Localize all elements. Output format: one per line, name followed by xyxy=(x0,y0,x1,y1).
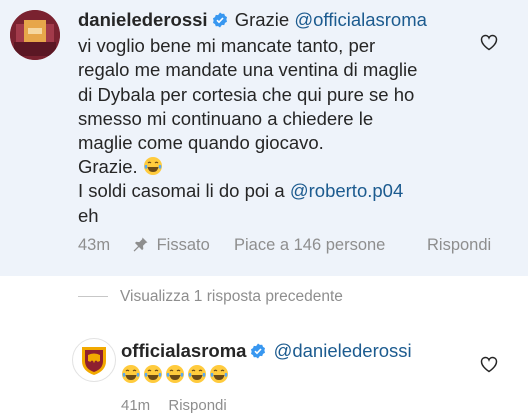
face-with-tears-of-joy-icon xyxy=(143,364,163,389)
commenter-avatar[interactable] xyxy=(10,10,60,60)
commenter-username[interactable]: danielederossi xyxy=(78,9,208,30)
reply-emojis xyxy=(121,364,231,389)
likes-count[interactable]: Piace a 146 persone xyxy=(234,236,385,255)
like-heart-icon[interactable] xyxy=(480,34,498,56)
verified-badge-icon xyxy=(212,10,228,34)
reply-avatar[interactable] xyxy=(72,338,116,382)
face-with-tears-of-joy-icon xyxy=(209,364,229,389)
face-with-tears-of-joy-icon xyxy=(121,364,141,389)
face-with-tears-of-joy-icon xyxy=(165,364,185,389)
comment-line: regalo me mandate una ventina di maglie xyxy=(78,59,418,81)
reply-body: officialasroma @danielederossi xyxy=(121,339,412,365)
face-with-tears-of-joy-icon xyxy=(187,364,207,389)
comment-line: maglie come quando giocavo. xyxy=(78,132,324,154)
mention-roberto[interactable]: @roberto.p04 xyxy=(290,180,403,201)
comment-time: 43m xyxy=(78,236,111,254)
mention-officialasroma[interactable]: @officialasroma xyxy=(294,9,427,30)
comment-line: di Dybala per cortesia che qui pure se h… xyxy=(78,83,415,105)
like-heart-icon[interactable] xyxy=(480,356,498,378)
view-previous-replies[interactable]: Visualizza 1 risposta precedente xyxy=(78,288,343,306)
reply-button[interactable]: Rispondi xyxy=(427,236,491,255)
pinned-label: Fissato xyxy=(132,236,210,255)
comment-tail: eh xyxy=(78,204,99,226)
comment-first-word: Grazie xyxy=(234,9,290,30)
comment-body: danielederossi Grazie @officialasroma vi… xyxy=(78,8,488,228)
comment-line: smesso mi continuano a chiedere le xyxy=(78,107,374,129)
comment-line: vi voglio bene mi mancate tanto, per xyxy=(78,35,376,57)
reply-username[interactable]: officialasroma xyxy=(121,340,246,361)
face-with-tears-of-joy-icon xyxy=(143,155,163,179)
divider-dash xyxy=(78,296,108,298)
pinned-comment: danielederossi Grazie @officialasroma vi… xyxy=(0,0,528,276)
pin-icon xyxy=(132,236,149,254)
comment-thanks: Grazie. xyxy=(78,156,138,178)
mention-danielederossi[interactable]: @danielederossi xyxy=(274,340,412,361)
verified-badge-icon xyxy=(250,341,266,365)
comment-money-text: I soldi casomai li do poi a xyxy=(78,180,285,202)
